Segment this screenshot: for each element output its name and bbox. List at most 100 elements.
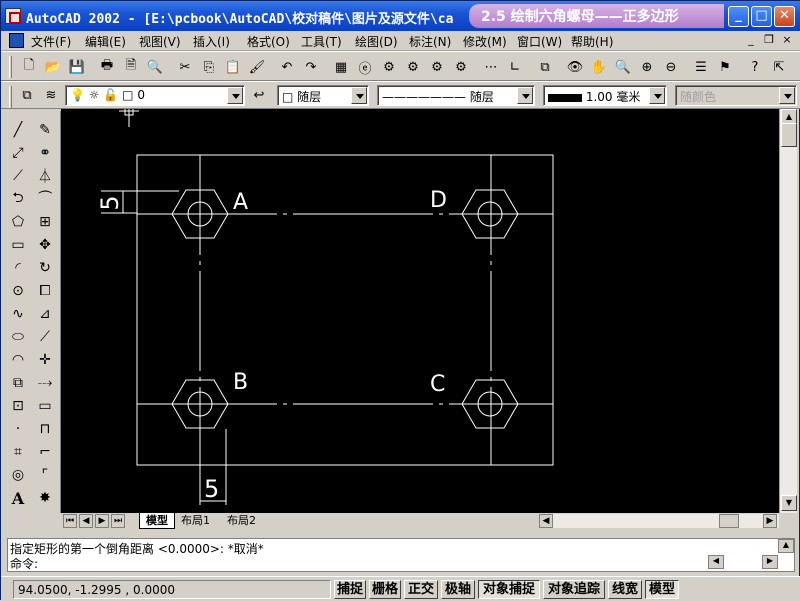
print-preview-icon[interactable]: 🗎 <box>121 57 141 77</box>
menu-help[interactable]: 帮助(H) <box>571 33 613 50</box>
match-properties-icon[interactable]: 🖌 <box>247 57 267 77</box>
stretch-icon[interactable]: ⊿ <box>33 303 57 325</box>
menu-modify[interactable]: 修改(M) <box>463 33 507 50</box>
drawing-area[interactable]: A D B C 5 5 <box>61 106 779 513</box>
minimize-button[interactable]: _ <box>728 6 749 27</box>
doc-close-button[interactable]: × <box>779 33 795 48</box>
menu-view[interactable]: 视图(V) <box>139 33 181 50</box>
first-tab-icon[interactable]: ⏮ <box>63 514 77 528</box>
ellipse-icon[interactable]: ⬭ <box>6 326 30 348</box>
horizontal-scrollbar[interactable]: ◀ ▶ <box>539 514 779 528</box>
hscroll-thumb[interactable] <box>719 514 739 528</box>
undo-icon[interactable]: ↶ <box>277 57 297 77</box>
toolbar-grip[interactable] <box>9 56 12 78</box>
layer-previous-icon[interactable]: ↩ <box>249 85 269 105</box>
color-combo[interactable]: □ 随层 <box>277 85 369 106</box>
new-file-icon[interactable]: 🗋 <box>19 57 39 77</box>
snap-toggle[interactable]: 捕捉 <box>334 580 366 599</box>
region-icon[interactable]: ◎ <box>6 464 30 486</box>
menu-tools[interactable]: 工具(T) <box>301 33 342 50</box>
mtext-icon[interactable]: A <box>6 487 30 509</box>
point-icon[interactable]: · <box>6 418 30 440</box>
otrack-toggle[interactable]: 对象追踪 <box>543 580 605 599</box>
properties-icon[interactable]: ☰ <box>691 57 711 77</box>
trim-icon[interactable]: ✛ <box>33 349 57 371</box>
lengthen-icon[interactable]: ⟋ <box>33 326 57 348</box>
extend-icon[interactable]: ⤏ <box>33 372 57 394</box>
chevron-down-icon[interactable] <box>227 87 243 104</box>
redo-icon[interactable]: ↷ <box>301 57 321 77</box>
spline-icon[interactable]: ∿ <box>6 303 30 325</box>
menu-dimension[interactable]: 标注(N) <box>409 33 451 50</box>
tracking-icon[interactable]: ⋯ <box>481 57 501 77</box>
realtime-pan-icon[interactable]: ✋ <box>589 57 609 77</box>
lineweight-toggle[interactable]: 线宽 <box>608 580 642 599</box>
hatch-icon[interactable]: ⌗ <box>6 441 30 463</box>
cmd-scroll-left-icon[interactable]: ◀ <box>708 555 724 569</box>
menu-insert[interactable]: 插入(I) <box>193 33 230 50</box>
osnap-toggle[interactable]: 对象捕捉 <box>478 580 540 599</box>
break-icon[interactable]: ⊓ <box>33 418 57 440</box>
help-icon[interactable]: ? <box>745 57 765 77</box>
copy-object-icon[interactable]: ⚭ <box>33 142 57 164</box>
publish-icon[interactable]: ⚙ <box>379 57 399 77</box>
next-tab-icon[interactable]: ▶ <box>95 514 109 528</box>
coordinate-readout[interactable]: 94.0500, -1.2995 , 0.0000 <box>13 580 331 599</box>
document-icon[interactable] <box>9 33 24 48</box>
design-center-icon[interactable]: ▦ <box>331 57 351 77</box>
array-icon[interactable]: ⊞ <box>33 211 57 233</box>
menu-draw[interactable]: 绘图(D) <box>355 33 398 50</box>
circle-icon[interactable]: ⊙ <box>6 280 30 302</box>
menu-edit[interactable]: 编辑(E) <box>85 33 126 50</box>
scroll-right-arrow-icon[interactable]: ▶ <box>763 514 777 528</box>
construction-line-icon[interactable]: ⤢ <box>6 142 30 164</box>
close-button[interactable]: ✕ <box>774 6 795 27</box>
make-current-layer-icon[interactable]: ⧉ <box>17 85 37 105</box>
scroll-thumb[interactable] <box>781 123 797 147</box>
cut-icon[interactable]: ✂ <box>175 57 195 77</box>
doc-restore-button[interactable]: ❐ <box>761 33 777 48</box>
print-icon[interactable]: 🖶 <box>97 57 117 77</box>
save-icon[interactable]: 💾 <box>67 57 87 77</box>
whats-this-icon[interactable]: ⇱ <box>769 57 789 77</box>
prev-tab-icon[interactable]: ◀ <box>79 514 93 528</box>
copy-icon[interactable]: ⎘ <box>199 57 219 77</box>
ellipse-arc-icon[interactable]: ◠ <box>6 349 30 371</box>
explode-icon[interactable]: ✸ <box>33 487 57 509</box>
erase-icon[interactable]: ✎ <box>33 119 57 141</box>
tool-palette-icon[interactable]: ⚙ <box>427 57 447 77</box>
chevron-down-icon[interactable] <box>517 87 533 104</box>
grid-toggle[interactable]: 栅格 <box>369 580 401 599</box>
move-icon[interactable]: ✥ <box>33 234 57 256</box>
tab-layout2[interactable]: 布局2 <box>221 513 262 529</box>
command-window[interactable]: 指定矩形的第一个倒角距离 <0.0000>: *取消* 命令: ▲ ◀ ▶ <box>7 538 795 572</box>
break-at-point-icon[interactable]: ▭ <box>33 395 57 417</box>
command-prompt[interactable]: 命令: <box>10 555 38 572</box>
paste-icon[interactable]: 📋 <box>223 57 243 77</box>
cmd-scroll-right-icon[interactable]: ▶ <box>762 555 778 569</box>
multiline-icon[interactable]: ⮌ <box>6 188 30 210</box>
dbconnect-icon[interactable]: ⚙ <box>451 57 471 77</box>
rotate-icon[interactable]: ↻ <box>33 257 57 279</box>
find-icon[interactable]: 🔍 <box>145 57 165 77</box>
rectangle-icon[interactable]: ▭ <box>6 234 30 256</box>
zoom-previous-icon[interactable]: ⊖ <box>661 57 681 77</box>
offset-icon[interactable]: ⏜ <box>33 188 57 210</box>
layer-combo[interactable]: 💡 ☼ 🔓 □ 0 <box>65 85 245 106</box>
tab-model[interactable]: 模型 <box>139 513 175 529</box>
chevron-down-icon[interactable] <box>649 87 665 104</box>
polyline-icon[interactable]: ⟋ <box>6 165 30 187</box>
line-icon[interactable]: ╱ <box>6 119 30 141</box>
scale-icon[interactable]: ⧠ <box>33 280 57 302</box>
ortho-toggle[interactable]: 正交 <box>404 580 438 599</box>
scroll-left-arrow-icon[interactable]: ◀ <box>539 514 553 528</box>
polygon-icon[interactable]: ⬠ <box>6 211 30 233</box>
cmd-scroll-up-icon[interactable]: ▲ <box>778 539 794 553</box>
mirror-icon[interactable]: ⏃ <box>33 165 57 187</box>
adcenter-icon[interactable]: ⚑ <box>715 57 735 77</box>
open-folder-icon[interactable]: 📂 <box>43 57 63 77</box>
model-space-toggle[interactable]: 模型 <box>645 580 679 599</box>
ucs-icon[interactable]: ∟ <box>505 57 525 77</box>
vertical-scrollbar[interactable]: ▲ ▼ <box>779 109 797 513</box>
aerial-view-icon[interactable]: ⧉ <box>535 57 555 77</box>
